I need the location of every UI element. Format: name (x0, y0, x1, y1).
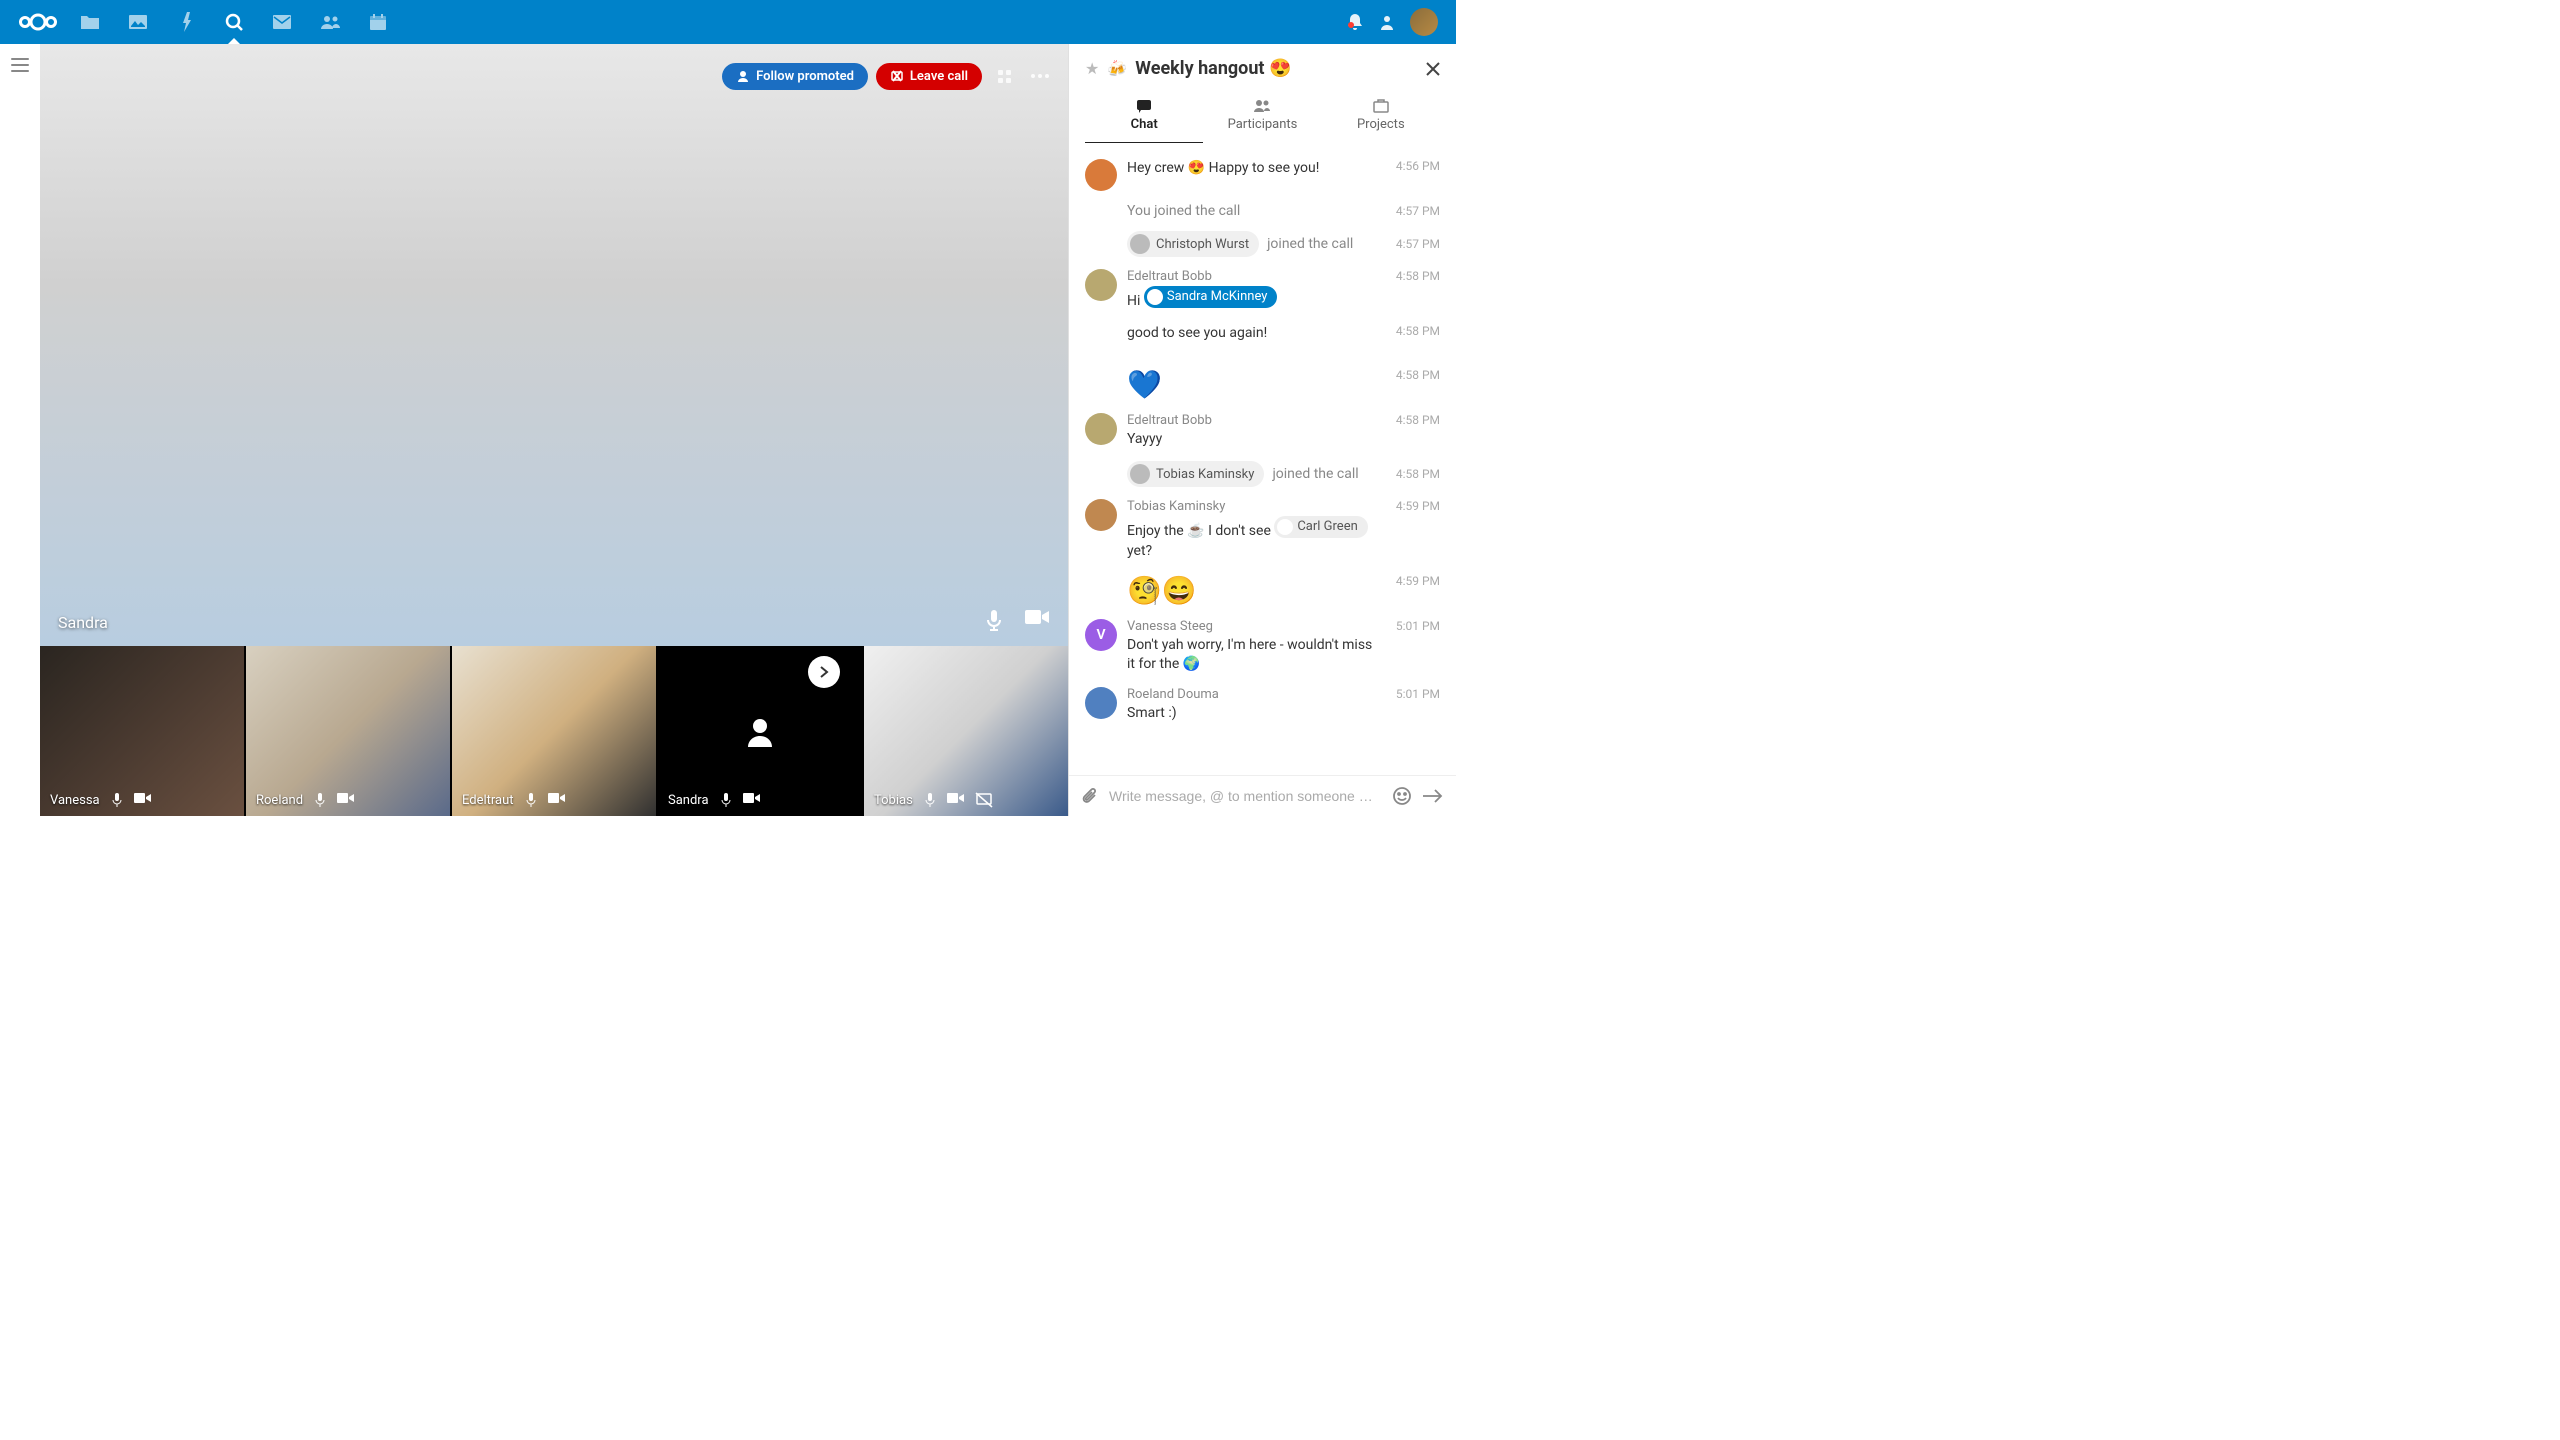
activity-icon[interactable] (164, 0, 208, 44)
left-rail (0, 44, 40, 816)
notifications-icon[interactable] (1346, 12, 1364, 32)
thumb-name: Roeland (256, 793, 303, 808)
menu-toggle-icon[interactable] (11, 58, 29, 72)
contacts-icon[interactable] (308, 0, 352, 44)
photos-icon[interactable] (116, 0, 160, 44)
thumb-name: Tobias (874, 793, 913, 808)
room-icon: 🍻 (1107, 59, 1127, 78)
files-icon[interactable] (68, 0, 112, 44)
tab-projects[interactable]: Projects (1322, 91, 1440, 143)
user-avatar[interactable] (1410, 8, 1438, 36)
chat-messages: Hey crew 😍 Happy to see you!4:56 PMYou j… (1069, 143, 1456, 775)
chat-message: Roeland DoumaSmart :)5:01 PM (1069, 681, 1456, 730)
room-title: Weekly hangout 😍 (1135, 58, 1418, 79)
follow-promoted-button[interactable]: Follow promoted (722, 63, 868, 90)
thumb-roeland[interactable]: Roeland (246, 646, 452, 816)
leave-call-label: Leave call (910, 69, 968, 84)
mic-icon[interactable] (984, 608, 1004, 632)
sidebar-tabs: Chat Participants Projects (1085, 91, 1440, 143)
top-navigation (0, 0, 1456, 44)
chat-message: Edeltraut BobbHi Sandra McKinney4:58 PM (1069, 263, 1456, 318)
join-message: Tobias Kaminskyjoined the call4:58 PM (1069, 455, 1456, 493)
thumb-vanessa[interactable]: Vanessa (40, 646, 246, 816)
thumb-tobias[interactable]: Tobias (864, 646, 1068, 816)
chat-sidebar: ★ 🍻 Weekly hangout 😍 Chat Participants P… (1068, 44, 1456, 816)
next-thumb-button[interactable] (808, 656, 840, 688)
message-input[interactable] (1109, 788, 1382, 804)
video-thumbnails: Vanessa Roeland Edeltraut Sandra (40, 646, 1068, 816)
send-icon[interactable] (1422, 788, 1444, 804)
chat-message-cont: 🧐😄4:59 PM (1069, 568, 1456, 613)
main-video[interactable]: Follow promoted Leave call Sandra (40, 44, 1068, 646)
chat-message-cont: 💙4:58 PM (1069, 362, 1456, 407)
message-input-bar (1069, 775, 1456, 816)
more-icon[interactable] (1026, 62, 1054, 90)
tab-participants[interactable]: Participants (1203, 91, 1321, 143)
chat-message: Hey crew 😍 Happy to see you!4:56 PM (1069, 153, 1456, 197)
call-toolbar: Follow promoted Leave call (722, 62, 1054, 90)
thumb-name: Edeltraut (462, 793, 514, 808)
grid-view-icon[interactable] (990, 62, 1018, 90)
chat-message: Edeltraut BobbYayyy4:58 PM (1069, 407, 1456, 456)
thumb-name: Sandra (668, 793, 709, 808)
favorite-star-icon[interactable]: ★ (1085, 59, 1099, 78)
topnav-right (1346, 8, 1448, 36)
chat-message: VVanessa SteegDon't yah worry, I'm here … (1069, 613, 1456, 681)
close-sidebar-icon[interactable] (1426, 62, 1440, 76)
nextcloud-logo[interactable] (8, 11, 68, 33)
app-switcher (68, 0, 400, 44)
main-video-name: Sandra (58, 613, 108, 632)
system-message: You joined the call4:57 PM (1069, 197, 1456, 225)
join-message: Christoph Wurstjoined the call4:57 PM (1069, 225, 1456, 263)
leave-call-button[interactable]: Leave call (876, 63, 982, 90)
attach-icon[interactable] (1081, 786, 1099, 806)
video-area: Follow promoted Leave call Sandra Vaness… (40, 44, 1068, 816)
mail-icon[interactable] (260, 0, 304, 44)
camera-icon[interactable] (1024, 608, 1050, 632)
chat-message: Tobias KaminskyEnjoy the ☕ I don't see C… (1069, 493, 1456, 567)
follow-promoted-label: Follow promoted (756, 69, 854, 84)
talk-icon[interactable] (212, 0, 256, 44)
thumb-edeltraut[interactable]: Edeltraut (452, 646, 658, 816)
emoji-picker-icon[interactable] (1392, 786, 1412, 806)
thumb-name: Vanessa (50, 793, 100, 808)
contacts-menu-icon[interactable] (1378, 13, 1396, 31)
tab-chat[interactable]: Chat (1085, 91, 1203, 143)
thumb-sandra[interactable]: Sandra (658, 646, 864, 816)
calendar-icon[interactable] (356, 0, 400, 44)
person-icon (742, 713, 778, 749)
chat-message-cont: good to see you again!4:58 PM (1069, 318, 1456, 362)
